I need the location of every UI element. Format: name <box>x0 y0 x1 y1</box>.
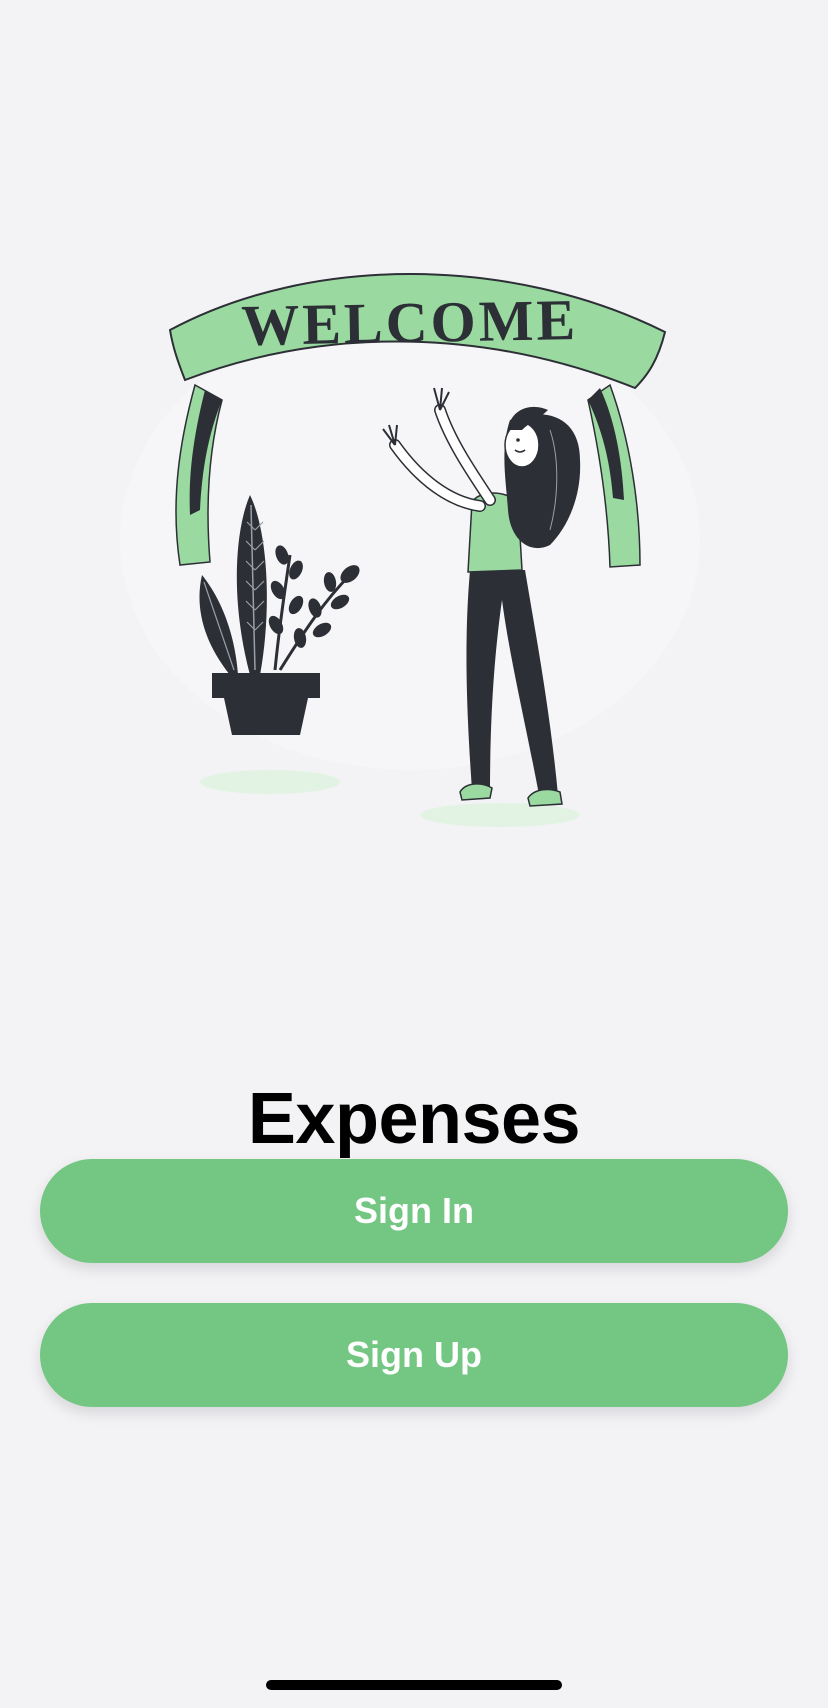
sign-up-button[interactable]: Sign Up <box>40 1303 788 1407</box>
welcome-banner-text: WELCOME <box>241 287 579 358</box>
welcome-illustration-svg: WELCOME <box>120 273 700 827</box>
welcome-illustration: WELCOME <box>110 270 720 830</box>
sign-in-button[interactable]: Sign In <box>40 1159 788 1263</box>
home-indicator[interactable] <box>266 1680 562 1690</box>
app-title: Expenses <box>247 1079 581 1159</box>
